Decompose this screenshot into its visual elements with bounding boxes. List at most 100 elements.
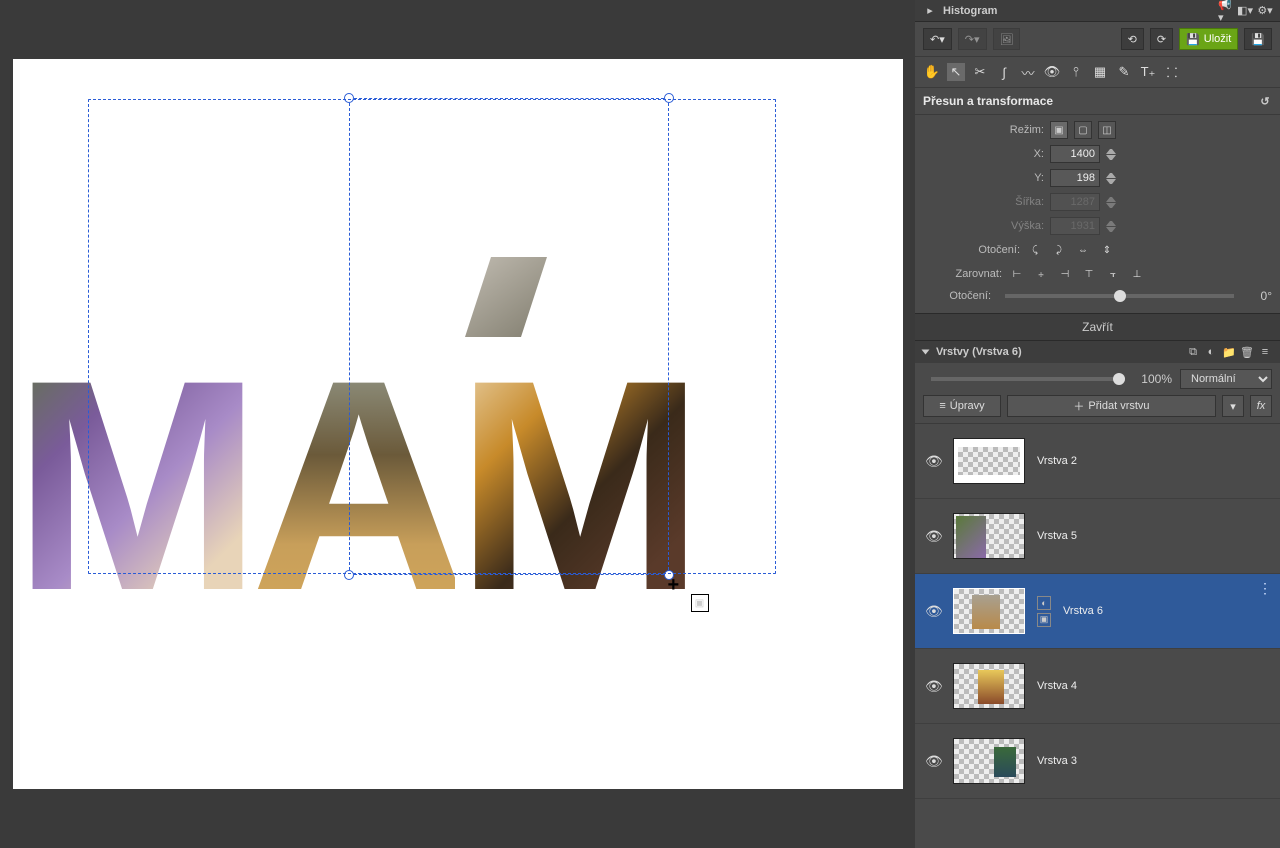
fx-button[interactable]: fx — [1250, 395, 1272, 417]
layer-row[interactable]: 👁 Vrstva 4 — [915, 649, 1280, 724]
image-button[interactable]: 🖼 — [993, 28, 1021, 50]
more-tool-icon[interactable]: ⸬ — [1163, 63, 1181, 81]
layer-name: Vrstva 2 — [1037, 455, 1077, 467]
x-spinner[interactable] — [1106, 147, 1116, 162]
layers-header[interactable]: Vrstvy (Vrstva 6) ⧉ ◐ 📁 🗑 ≡ — [915, 341, 1280, 363]
layer-name: Vrstva 6 — [1063, 605, 1103, 617]
mode-1-button[interactable]: ▣ — [1050, 121, 1068, 139]
layers-menu-icon[interactable]: ≡ — [1258, 345, 1272, 359]
histogram-header[interactable]: ▸ Histogram 📢▾ ◧▾ ⚙▾ — [915, 0, 1280, 22]
rotate-slider[interactable] — [1005, 294, 1234, 298]
flip-v-icon[interactable]: ⇕ — [1098, 241, 1116, 259]
rotate-value: 0° — [1248, 289, 1272, 303]
height-label: Výška: — [976, 220, 1044, 232]
width-label: Šířka: — [976, 196, 1044, 208]
visibility-icon[interactable]: 👁 — [925, 453, 941, 470]
flip-h-icon[interactable]: ⇔ — [1074, 241, 1092, 259]
align-m-icon[interactable]: ⫟ — [1104, 265, 1122, 283]
mask-layer-icon[interactable]: ◐ — [1204, 345, 1218, 359]
x-label: X: — [976, 148, 1044, 160]
layer-row[interactable]: 👁 Vrstva 3 — [915, 724, 1280, 799]
redo-button[interactable]: ↷▾ — [958, 28, 987, 50]
copy-layer-icon[interactable]: ⧉ — [1186, 345, 1200, 359]
visibility-icon[interactable]: 👁 — [925, 528, 941, 545]
layer-thumb — [953, 513, 1025, 559]
layers-list: 👁 Vrstva 2 👁 Vrstva 5 ⋮ 👁 ◐▣ Vrstva 6 👁 … — [915, 424, 1280, 848]
align-c-icon[interactable]: ⧾ — [1032, 265, 1050, 283]
align-t-icon[interactable]: ⊤ — [1080, 265, 1098, 283]
square-icon[interactable]: ◧▾ — [1238, 4, 1252, 18]
align-label: Zarovnat: — [934, 268, 1002, 280]
visibility-icon[interactable]: 👁 — [925, 753, 941, 770]
add-layer-button[interactable]: ＋ Přidat vrstvu — [1007, 395, 1216, 417]
save-button[interactable]: 💾 Uložit — [1179, 28, 1238, 50]
layer-name: Vrstva 4 — [1037, 680, 1077, 692]
transform-properties: Režim: ▣ ▢ ◫ X: Y: Šířk — [915, 115, 1280, 313]
folder-icon[interactable]: 📁 — [1222, 345, 1236, 359]
text-tool-icon[interactable]: T₊ — [1139, 63, 1157, 81]
layer-thumb — [953, 588, 1025, 634]
brush-tool-icon[interactable]: ✎ — [1115, 63, 1133, 81]
curve-tool-icon[interactable]: 〰 — [1019, 63, 1037, 81]
layer-name: Vrstva 3 — [1037, 755, 1077, 767]
y-label: Y: — [976, 172, 1044, 184]
rot-2-icon[interactable]: ⤸ — [1050, 241, 1068, 259]
document-canvas[interactable]: M A M + ▣ — [13, 59, 903, 789]
blend-mode-select[interactable]: Normální — [1180, 369, 1272, 389]
reset-icon[interactable]: ↺ — [1258, 94, 1272, 108]
layer-thumb — [953, 663, 1025, 709]
layer-row[interactable]: 👁 Vrstva 2 — [915, 424, 1280, 499]
y-input[interactable] — [1050, 169, 1100, 187]
mode-3-button[interactable]: ◫ — [1098, 121, 1116, 139]
hand-tool-icon[interactable]: ✋ — [923, 63, 941, 81]
add-layer-dropdown[interactable]: ▾ — [1222, 395, 1244, 417]
rotate-label: Otočení: — [952, 244, 1020, 256]
cursor-icon: + — [668, 574, 680, 597]
layer-row[interactable]: 👁 Vrstva 5 — [915, 499, 1280, 574]
layer-row-selected[interactable]: ⋮ 👁 ◐▣ Vrstva 6 — [915, 574, 1280, 649]
gear-icon[interactable]: ⚙▾ — [1258, 4, 1272, 18]
canvas-area[interactable]: M A M + ▣ — [0, 0, 915, 848]
mask-indicators: ◐▣ — [1037, 596, 1051, 627]
opacity-value: 100% — [1141, 372, 1172, 386]
transform-section-header: Přesun a transformace ↺ — [915, 88, 1280, 115]
layer-menu-icon[interactable]: ⋮ — [1258, 580, 1272, 597]
speaker-icon[interactable]: 📢▾ — [1218, 4, 1232, 18]
rot-1-icon[interactable]: ⤹ — [1026, 241, 1044, 259]
layers-title: Vrstvy (Vrstva 6) — [936, 346, 1022, 358]
levels-tool-icon[interactable]: ⫯ — [1067, 63, 1085, 81]
cursor-badge-icon: ▣ — [691, 594, 709, 612]
close-button[interactable]: Zavřít — [915, 313, 1280, 341]
layer-name: Vrstva 5 — [1037, 530, 1077, 542]
tools-row: ✋ ↖ ✂ ∫ 〰 👁 ⫯ ▦ ✎ T₊ ⸬ — [915, 57, 1280, 88]
crop-tool-icon[interactable]: ✂ — [971, 63, 989, 81]
opacity-slider[interactable] — [931, 377, 1125, 381]
align-r-icon[interactable]: ⊣ — [1056, 265, 1074, 283]
undo-button[interactable]: ↶▾ — [923, 28, 952, 50]
mode-2-button[interactable]: ▢ — [1074, 121, 1092, 139]
rotate-slider-label: Otočení: — [923, 290, 991, 302]
path-tool-icon[interactable]: ∫ — [995, 63, 1013, 81]
rotate-right-button[interactable]: ⟳ — [1150, 28, 1173, 50]
collapse-icon — [922, 350, 930, 355]
x-input[interactable] — [1050, 145, 1100, 163]
rotate-left-button[interactable]: ⟲ — [1121, 28, 1144, 50]
layer-thumb — [953, 738, 1025, 784]
history-toolbar: ↶▾ ↷▾ 🖼 ⟲ ⟳ 💾 Uložit 💾 — [915, 22, 1280, 57]
visibility-icon[interactable]: 👁 — [925, 678, 941, 695]
save-as-button[interactable]: 💾 — [1244, 28, 1272, 50]
y-spinner[interactable] — [1106, 171, 1116, 186]
visibility-icon[interactable]: 👁 — [925, 603, 941, 620]
width-input — [1050, 193, 1100, 211]
right-sidebar: ▸ Histogram 📢▾ ◧▾ ⚙▾ ↶▾ ↷▾ 🖼 ⟲ ⟳ 💾 Uloži… — [915, 0, 1280, 848]
outer-selection — [88, 99, 776, 574]
align-l-icon[interactable]: ⊢ — [1008, 265, 1026, 283]
edits-button[interactable]: ≡ Úpravy — [923, 395, 1001, 417]
grid-tool-icon[interactable]: ▦ — [1091, 63, 1109, 81]
layer-thumb — [953, 438, 1025, 484]
move-tool-icon[interactable]: ↖ — [947, 63, 965, 81]
align-b-icon[interactable]: ⊥ — [1128, 265, 1146, 283]
delete-layer-icon[interactable]: 🗑 — [1240, 345, 1254, 359]
histogram-title: Histogram — [943, 5, 997, 17]
eye-tool-icon[interactable]: 👁 — [1043, 63, 1061, 81]
